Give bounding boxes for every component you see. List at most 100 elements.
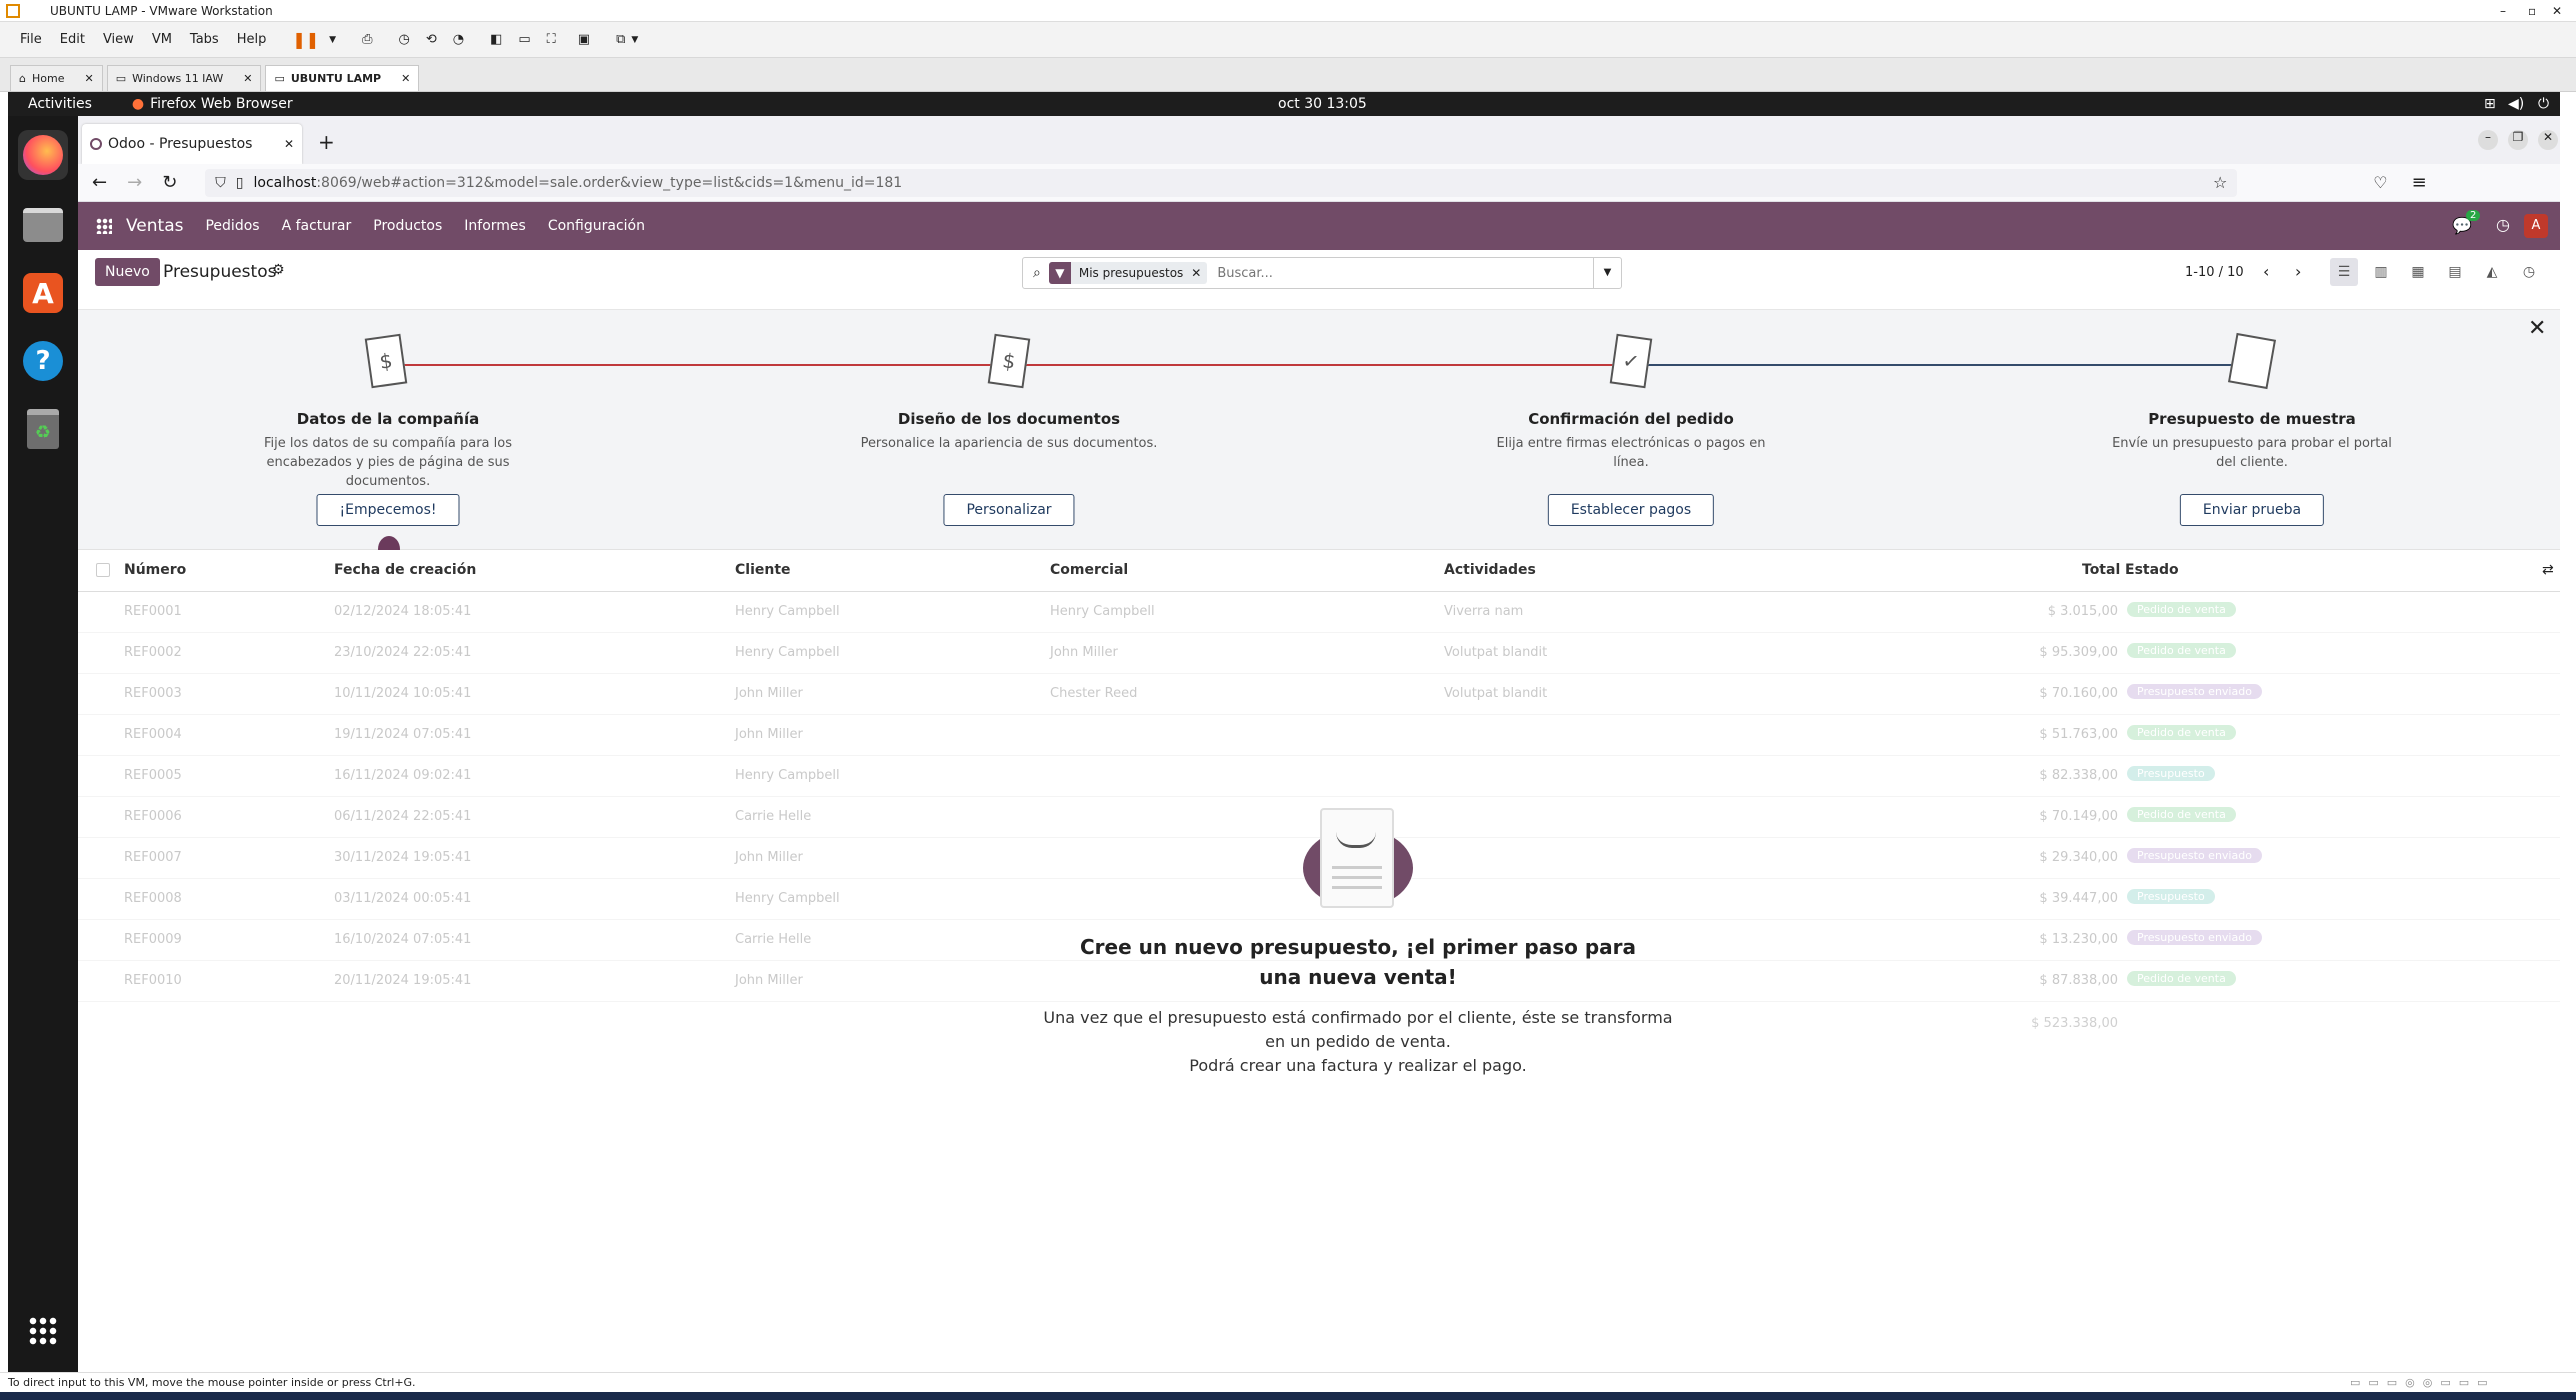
show-apps-button[interactable]	[18, 1306, 68, 1356]
stretch-icon[interactable]: ⧉	[616, 32, 625, 47]
menu-file[interactable]: File	[20, 32, 42, 47]
revert-snapshot-icon[interactable]: ⟲	[426, 32, 437, 47]
device-icons[interactable]: ▭▭▭◎◎▭▭▭	[2350, 1376, 2496, 1389]
console-icon[interactable]: ▣	[578, 32, 590, 47]
col-customer[interactable]: Cliente	[735, 562, 791, 578]
menu-vm[interactable]: VM	[152, 32, 172, 47]
tab-label: Windows 11 IAW	[132, 72, 224, 85]
snapshot-icon[interactable]: ◷	[398, 32, 409, 47]
page-info-icon[interactable]: ▯	[236, 175, 244, 191]
close-onboarding-icon[interactable]: ✕	[2528, 316, 2546, 341]
chevron-down-icon[interactable]: ▼	[631, 35, 638, 45]
snapshot-manager-icon[interactable]: ◔	[453, 32, 464, 47]
graph-view-icon[interactable]: ◭	[2478, 258, 2506, 286]
volume-icon[interactable]: ◀)	[2508, 96, 2524, 112]
dock-trash[interactable]: ♻	[18, 404, 68, 454]
sidebar-toggle-icon[interactable]: ◧	[490, 32, 502, 47]
dock-files[interactable]	[18, 200, 68, 250]
network-icon[interactable]: ⊞	[2484, 96, 2496, 112]
col-state[interactable]: Estado	[2125, 562, 2179, 578]
close-icon[interactable]: ✕	[2552, 4, 2562, 18]
lets-start-button[interactable]: ¡Empecemos!	[316, 494, 460, 526]
pager-value[interactable]: 1-10 / 10	[2185, 265, 2244, 280]
minimize-icon[interactable]: –	[2500, 4, 2506, 18]
hamburger-menu-icon[interactable]: ≡	[2412, 172, 2427, 193]
forward-icon[interactable]: →	[127, 172, 142, 193]
menu-help[interactable]: Help	[237, 32, 267, 47]
menu-configuracion[interactable]: Configuración	[548, 218, 645, 234]
back-icon[interactable]: ←	[92, 172, 107, 193]
kanban-view-icon[interactable]: ▥	[2367, 258, 2395, 286]
close-icon[interactable]: ✕	[243, 72, 252, 85]
close-icon[interactable]: ✕	[2538, 130, 2558, 150]
col-number[interactable]: Número	[124, 562, 186, 578]
url-bar[interactable]: ⛉ ▯ localhost:8069/web#action=312&model=…	[205, 168, 2238, 197]
gear-icon[interactable]: ⚙	[272, 262, 285, 278]
col-salesperson[interactable]: Comercial	[1050, 562, 1128, 578]
shield-icon[interactable]: ⛉	[215, 175, 226, 191]
new-button[interactable]: Nuevo	[95, 258, 160, 286]
reload-icon[interactable]: ↻	[162, 172, 177, 193]
menu-productos[interactable]: Productos	[373, 218, 442, 234]
select-all-checkbox[interactable]	[96, 563, 110, 577]
menu-edit[interactable]: Edit	[60, 32, 85, 47]
activity-view-icon[interactable]: ◷	[2515, 258, 2543, 286]
power-icon[interactable]: ⏻	[2538, 96, 2549, 112]
send-test-button[interactable]: Enviar prueba	[2179, 494, 2325, 526]
maximize-icon[interactable]: ▫	[2528, 4, 2536, 18]
list-view-icon[interactable]: ☰	[2330, 258, 2358, 286]
menu-informes[interactable]: Informes	[464, 218, 526, 234]
col-activities[interactable]: Actividades	[1444, 562, 1536, 578]
minimize-icon[interactable]: –	[2478, 130, 2498, 150]
table-row[interactable]: REF0002 23/10/2024 22:05:41 Henry Campbell…	[78, 633, 2560, 674]
clock[interactable]: oct 30 13:05	[1278, 96, 1367, 112]
avatar[interactable]: A	[2524, 214, 2548, 238]
thumbnail-icon[interactable]: ▭	[518, 32, 530, 47]
new-tab-icon[interactable]: +	[318, 130, 335, 154]
empty-state-text-1: Una vez que el presupuesto está confirma…	[1043, 1008, 1673, 1051]
dock-firefox[interactable]	[18, 130, 68, 180]
menu-pedidos[interactable]: Pedidos	[205, 218, 259, 234]
bookmark-star-icon[interactable]: ☆	[2213, 173, 2227, 192]
app-grid-icon[interactable]	[96, 218, 112, 234]
close-icon[interactable]: ✕	[401, 72, 410, 85]
search-icon[interactable]: ⌕	[1033, 265, 1041, 281]
dock-help[interactable]: ?	[18, 336, 68, 386]
table-row[interactable]: REF0001 02/12/2024 18:05:41 Henry Campbell…	[78, 592, 2560, 633]
browser-tab-odoo[interactable]: Odoo - Presupuestos ✕	[82, 124, 302, 164]
send-ctrl-alt-del-icon[interactable]: ⎙	[362, 32, 372, 47]
pocket-icon[interactable]: ♡	[2373, 173, 2387, 192]
vm-tab-windows11[interactable]: ▭ Windows 11 IAW ✕	[106, 65, 262, 91]
pager-prev-icon[interactable]: ‹	[2263, 262, 2269, 281]
menu-a-facturar[interactable]: A facturar	[282, 218, 352, 234]
remove-facet-icon[interactable]: ✕	[1191, 266, 1207, 280]
pause-icon[interactable]: ❚❚	[292, 30, 319, 49]
close-icon[interactable]: ✕	[284, 137, 294, 151]
menu-tabs[interactable]: Tabs	[190, 32, 219, 47]
app-menu[interactable]: Firefox Web Browser	[150, 96, 293, 112]
set-payments-button[interactable]: Establecer pagos	[1547, 494, 1715, 526]
customize-button[interactable]: Personalizar	[943, 494, 1075, 526]
table-row[interactable]: REF0005 16/11/2024 09:02:41 Henry Campbell…	[78, 756, 2560, 797]
pager-next-icon[interactable]: ›	[2295, 262, 2301, 281]
chevron-down-icon[interactable]: ▼	[329, 35, 336, 45]
restore-icon[interactable]: ❐	[2508, 130, 2528, 150]
app-name[interactable]: Ventas	[126, 216, 183, 236]
optional-columns-icon[interactable]: ⇄	[2542, 562, 2554, 578]
dock-software[interactable]: A	[18, 268, 68, 318]
search-options-toggle[interactable]: ▼	[1593, 258, 1621, 288]
fullscreen-icon[interactable]: ⛶	[547, 32, 556, 47]
close-icon[interactable]: ✕	[84, 72, 93, 85]
menu-view[interactable]: View	[103, 32, 134, 47]
vm-tab-home[interactable]: ⌂ Home ✕	[10, 65, 103, 91]
table-row[interactable]: REF0003 10/11/2024 10:05:41 John Miller Che…	[78, 674, 2560, 715]
vm-tab-ubuntu[interactable]: ▭ UBUNTU LAMP ✕	[265, 65, 420, 91]
activity-clock-icon[interactable]: ◷	[2496, 215, 2510, 234]
col-total[interactable]: Total	[2082, 562, 2120, 578]
activities-button[interactable]: Activities	[28, 96, 92, 112]
col-date[interactable]: Fecha de creación	[334, 562, 476, 578]
table-row[interactable]: REF0004 19/11/2024 07:05:41 John Miller $ 5…	[78, 715, 2560, 756]
calendar-view-icon[interactable]: ▦	[2404, 258, 2432, 286]
pivot-view-icon[interactable]: ▤	[2441, 258, 2469, 286]
search-input[interactable]	[1217, 265, 1558, 281]
